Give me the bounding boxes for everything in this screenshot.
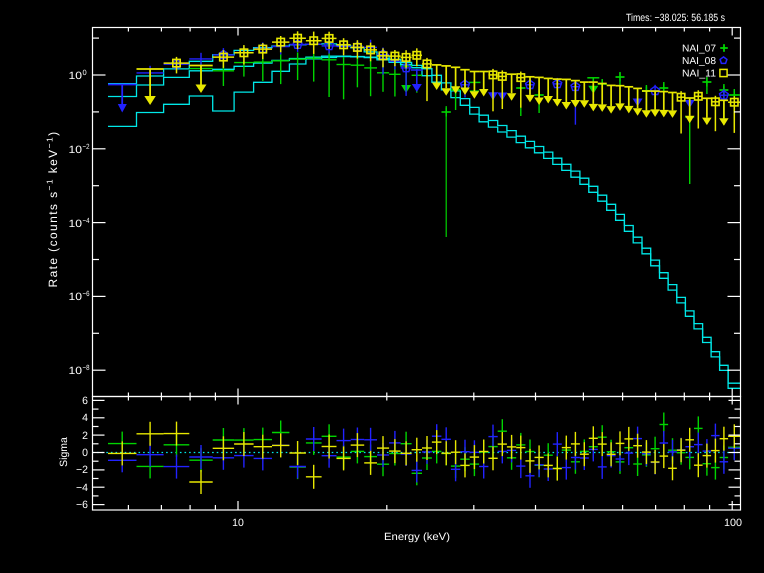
svg-text:6: 6 xyxy=(82,395,88,407)
svg-text:0: 0 xyxy=(83,68,87,77)
svg-text:10: 10 xyxy=(69,144,83,156)
svg-text:−2: −2 xyxy=(76,464,88,476)
svg-text:Energy (keV): Energy (keV) xyxy=(384,531,450,543)
svg-text:NAI_07: NAI_07 xyxy=(682,44,716,55)
svg-text:−6: −6 xyxy=(76,499,88,511)
svg-text:2: 2 xyxy=(82,430,88,442)
svg-text:100: 100 xyxy=(724,517,742,529)
svg-text:10: 10 xyxy=(69,291,83,303)
svg-text:Rate (counts s−1 keV−1): Rate (counts s−1 keV−1) xyxy=(45,131,61,288)
svg-text:−6: −6 xyxy=(83,289,90,298)
svg-text:−2: −2 xyxy=(83,142,90,151)
svg-text:Times: −38.025: 56.185 s: Times: −38.025: 56.185 s xyxy=(626,12,725,24)
svg-text:10: 10 xyxy=(232,517,244,529)
svg-text:NAI_08: NAI_08 xyxy=(682,56,716,67)
svg-text:−4: −4 xyxy=(83,216,90,225)
svg-text:4: 4 xyxy=(82,412,88,424)
svg-text:Sigma: Sigma xyxy=(58,437,70,467)
svg-text:10: 10 xyxy=(69,365,83,377)
svg-text:10: 10 xyxy=(69,70,83,82)
svg-text:NAI_11: NAI_11 xyxy=(682,69,716,80)
svg-text:−4: −4 xyxy=(76,482,88,494)
svg-text:10: 10 xyxy=(69,218,83,230)
svg-text:0: 0 xyxy=(82,447,88,459)
svg-text:−8: −8 xyxy=(83,363,90,372)
